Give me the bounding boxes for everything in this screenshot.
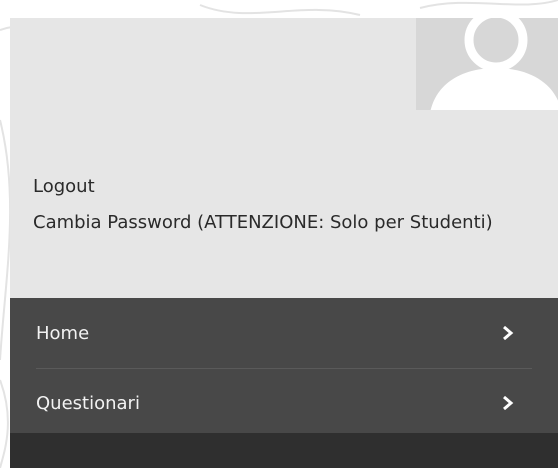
user-links: Logout Cambia Password (ATTENZIONE: Solo… (33, 174, 533, 236)
change-password-link[interactable]: Cambia Password (ATTENZIONE: Solo per St… (33, 210, 533, 236)
nav-item-label: Home (36, 322, 90, 344)
nav-item-home[interactable]: Home (10, 298, 558, 368)
nav-footer (10, 433, 558, 468)
user-avatar-icon[interactable] (416, 18, 558, 110)
main-nav: Home Questionari (10, 298, 558, 438)
sidebar-panel: Logout Cambia Password (ATTENZIONE: Solo… (10, 18, 558, 468)
nav-item-questionari[interactable]: Questionari (10, 368, 558, 438)
nav-item-label: Questionari (36, 392, 140, 414)
logout-link[interactable]: Logout (33, 174, 533, 200)
chevron-right-icon (503, 326, 514, 340)
chevron-right-icon (503, 396, 514, 410)
